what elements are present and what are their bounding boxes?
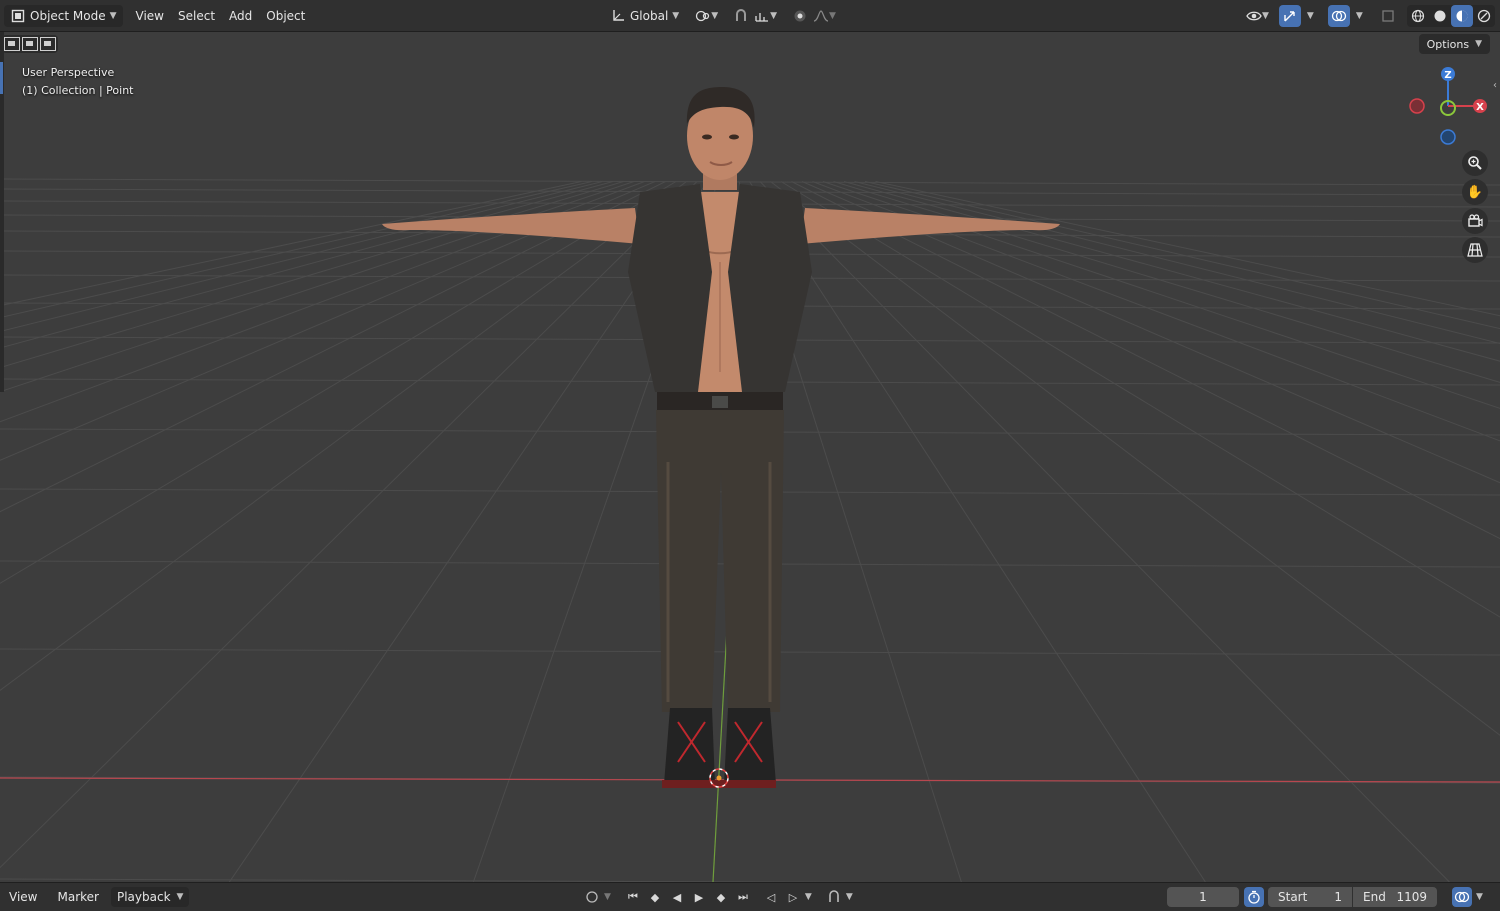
menu-view[interactable]: View (129, 5, 171, 27)
proportional-editing-button[interactable] (789, 5, 811, 27)
play-icon[interactable]: ▶ (689, 887, 709, 907)
select-new-icon[interactable] (4, 37, 20, 51)
play-reverse-icon[interactable]: ◀ (667, 887, 687, 907)
object-mode-icon (10, 8, 26, 24)
chevron-down-icon: ▼ (829, 11, 836, 21)
pan-hand-icon[interactable]: ✋ (1462, 179, 1488, 205)
z-axis-label: Z (1444, 70, 1451, 81)
end-value: 1109 (1396, 890, 1427, 904)
chevron-down-icon: ▼ (672, 11, 680, 21)
navigation-gizmo[interactable]: Z X (1400, 60, 1500, 150)
selection-mode-buttons (2, 35, 58, 53)
viewport-grid (0, 87, 1500, 882)
chevron-down-icon[interactable]: ▼ (604, 892, 611, 902)
chevron-down-icon: ▼ (1475, 39, 1482, 49)
mode-selector[interactable]: Object Mode ▼ (4, 4, 123, 27)
menu-add[interactable]: Add (222, 5, 259, 27)
blender-window: Object Mode ▼ View Select Add Object Glo… (0, 0, 1500, 911)
options-label: Options (1426, 37, 1470, 51)
gizmo-toggle-button[interactable] (1278, 5, 1301, 27)
end-label: End (1363, 890, 1386, 904)
x-axis-label: X (1476, 102, 1484, 113)
chevron-down-icon: ▼ (770, 11, 778, 21)
shading-mode-group (1406, 5, 1495, 27)
start-label: Start (1278, 890, 1308, 904)
menu-object[interactable]: Object (259, 5, 312, 27)
neg-x-axis-handle[interactable] (1409, 98, 1425, 114)
viewport-info-overlay: User Perspective (1) Collection | Point (22, 64, 134, 100)
chevron-down-icon[interactable]: ▼ (805, 892, 812, 902)
next-keyframe-icon[interactable]: ▷ (783, 887, 803, 907)
rendered-shading-button[interactable] (1473, 5, 1495, 27)
viewport-header: Object Mode ▼ View Select Add Object Glo… (0, 0, 1500, 32)
chevron-down-icon: ▼ (109, 10, 117, 21)
playback-controls: ▼ ⏮ ◆ ◀ ▶ ◆ ⏭ ◁ ▷ ▼ ▼ (582, 887, 853, 907)
current-frame-field[interactable]: 1 (1167, 887, 1239, 907)
zoom-icon[interactable] (1462, 150, 1488, 176)
snap-target-button[interactable]: ▼ (754, 5, 777, 27)
chevron-down-icon: ▼ (711, 11, 719, 21)
orientation-axes-icon (610, 8, 626, 24)
select-extend-icon[interactable] (22, 37, 38, 51)
3d-viewport[interactable]: User Perspective (1) Collection | Point … (0, 32, 1500, 882)
auto-keying-button[interactable] (582, 887, 602, 907)
pivot-point-button[interactable]: ▼ (695, 5, 718, 27)
character-model[interactable] (382, 87, 1060, 788)
end-frame-field[interactable]: End 1109 (1353, 887, 1437, 907)
material-preview-button[interactable] (1450, 5, 1473, 27)
select-subtract-icon[interactable] (40, 37, 56, 51)
collection-info: (1) Collection | Point (22, 84, 134, 97)
perspective-label: User Perspective (22, 66, 115, 79)
playback-label: Playback (116, 890, 171, 904)
chevron-down-icon[interactable]: ▼ (1307, 11, 1314, 21)
jump-to-start-icon[interactable]: ⏮ (623, 887, 643, 907)
chevron-down-icon[interactable]: ▼ (1356, 11, 1363, 21)
start-frame-field[interactable]: Start 1 (1268, 887, 1352, 907)
visibility-button[interactable]: ▼ (1246, 5, 1269, 27)
snap-toggle-button[interactable] (730, 5, 752, 27)
chevron-down-icon[interactable]: ▼ (846, 892, 853, 902)
start-value: 1 (1334, 890, 1342, 904)
perspective-toggle-icon[interactable] (1462, 237, 1488, 263)
falloff-dropdown[interactable]: ▼ (813, 5, 836, 27)
solid-shading-button[interactable] (1429, 5, 1451, 27)
overlays-toggle-button[interactable] (1327, 5, 1350, 27)
mode-label: Object Mode (30, 8, 106, 23)
camera-view-icon[interactable] (1462, 208, 1488, 234)
use-preview-range-icon[interactable] (1244, 887, 1264, 907)
jump-to-prev-keyframe-icon[interactable]: ◆ (645, 887, 665, 907)
playback-dropdown[interactable]: Playback ▼ (110, 887, 190, 907)
overlays-icon[interactable] (1452, 887, 1472, 907)
transform-tools: Global ▼ ▼ ▼ ▼ (604, 5, 836, 27)
sidebar-toggle-icon[interactable]: ‹ (1493, 80, 1497, 91)
transform-orientation-label: Global (630, 9, 669, 23)
overlay-shading-tools: ▼ ▼ ▼ (1246, 5, 1500, 27)
options-dropdown[interactable]: Options ▼ (1418, 34, 1490, 54)
jump-to-end-icon[interactable]: ⏭ (733, 887, 753, 907)
neg-z-axis-handle[interactable] (1440, 129, 1456, 145)
active-tool-indicator (0, 62, 3, 94)
snapping-icon[interactable] (824, 887, 844, 907)
prev-keyframe-icon[interactable]: ◁ (761, 887, 781, 907)
transform-orientation-dropdown[interactable]: Global ▼ (604, 5, 685, 27)
jump-to-next-keyframe-icon[interactable]: ◆ (711, 887, 731, 907)
chevron-down-icon[interactable]: ▼ (1476, 892, 1483, 902)
chevron-down-icon: ▼ (176, 892, 184, 902)
timeline-menu-marker[interactable]: Marker (49, 890, 106, 904)
xray-toggle-button[interactable] (1377, 5, 1399, 27)
timeline-header: View Marker Playback ▼ ▼ ⏮ ◆ ◀ ▶ ◆ ⏭ ◁ ▷… (0, 882, 1500, 911)
wireframe-shading-button[interactable] (1407, 5, 1429, 27)
timeline-menu-view[interactable]: View (1, 890, 45, 904)
frame-range: Start 1 End 1109 (1268, 887, 1437, 907)
menu-select[interactable]: Select (171, 5, 222, 27)
chevron-down-icon: ▼ (1262, 11, 1269, 21)
